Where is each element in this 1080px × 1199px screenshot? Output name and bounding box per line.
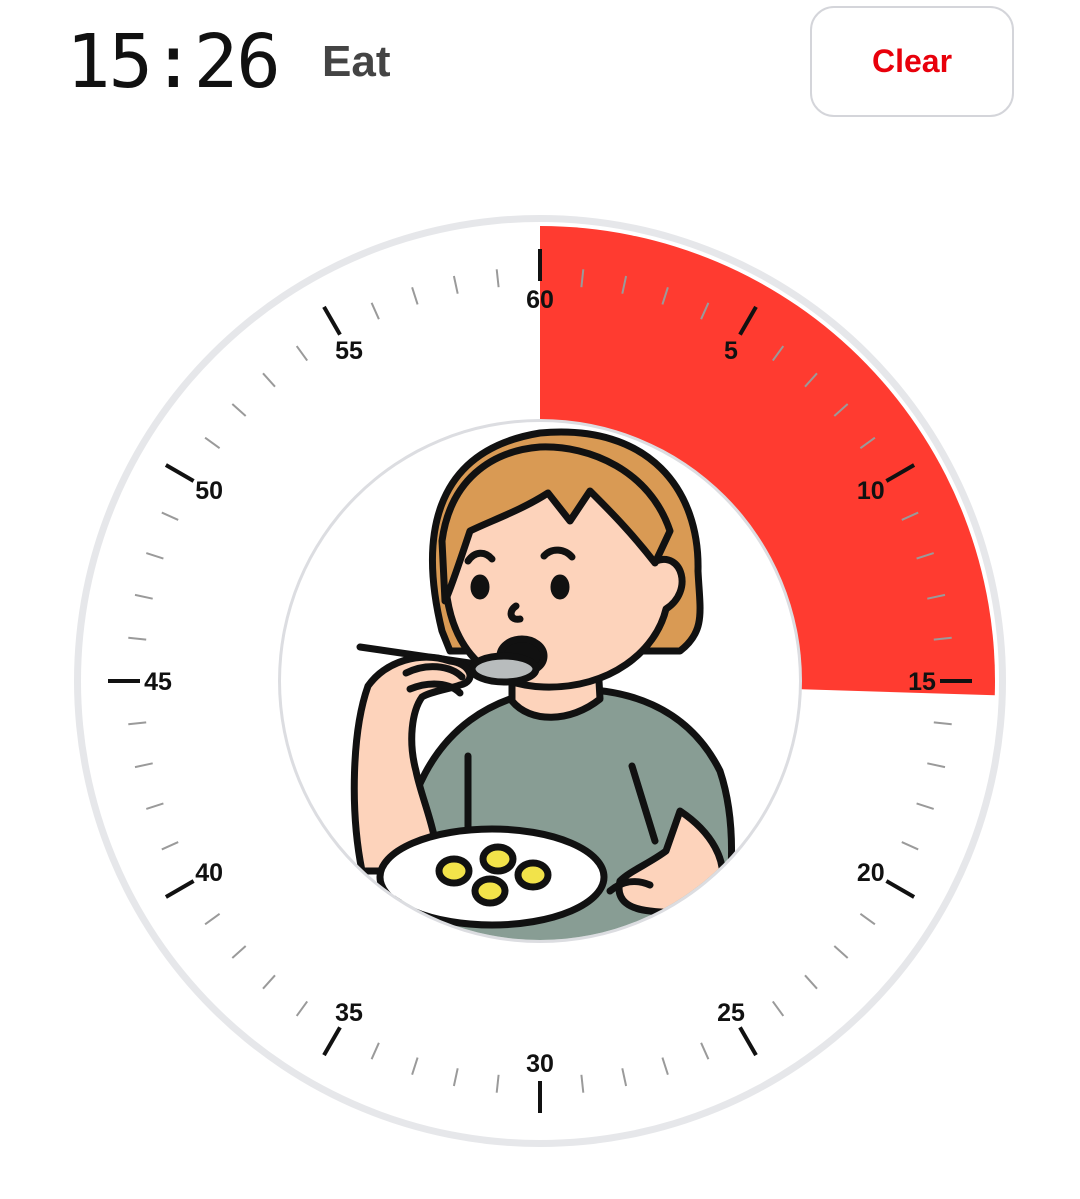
activity-label: Eat [322, 37, 391, 86]
top-bar: 15:26 Eat Clear [0, 0, 1080, 130]
tick-label-25: 25 [717, 999, 745, 1027]
tick-label-50: 50 [195, 477, 223, 505]
tick-label-40: 40 [195, 859, 223, 887]
tick-label-45: 45 [144, 668, 172, 696]
timer-face[interactable]: 60 5 10 15 20 25 30 35 40 45 50 55 [70, 211, 1010, 1151]
tick-label-55: 55 [335, 337, 363, 365]
tick-label-60: 60 [526, 286, 554, 314]
tick-label-20: 20 [857, 859, 885, 887]
tick-label-5: 5 [724, 337, 738, 365]
visual-timer[interactable]: 60 5 10 15 20 25 30 35 40 45 50 55 [70, 211, 1010, 1151]
tick-label-30: 30 [526, 1050, 554, 1078]
clear-button[interactable]: Clear [810, 6, 1014, 117]
tick-label-15: 15 [908, 668, 936, 696]
tick-label-35: 35 [335, 999, 363, 1027]
current-time: 15:26 [66, 19, 281, 105]
tick-label-10: 10 [857, 477, 885, 505]
